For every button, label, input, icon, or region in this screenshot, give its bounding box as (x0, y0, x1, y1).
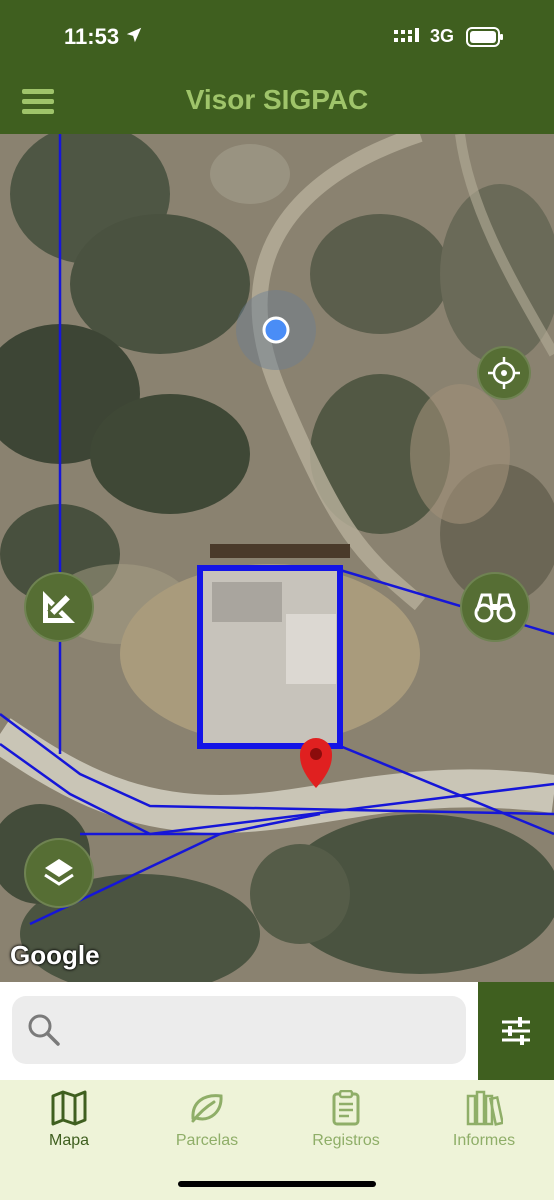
crosshair-locate-icon (488, 357, 520, 389)
layers-icon (44, 859, 74, 886)
page-title: Visor SIGPAC (185, 84, 369, 115)
location-arrow-icon (126, 27, 142, 43)
home-indicator (178, 1181, 376, 1187)
tab-label: Registros (312, 1132, 380, 1149)
search-input[interactable] (74, 1008, 454, 1052)
leaf-icon (191, 1094, 223, 1123)
status-time: 11:53 (64, 24, 120, 49)
user-location-dot (262, 316, 290, 344)
map-icon (51, 1090, 87, 1126)
binoculars-icon (474, 593, 516, 623)
filter-button[interactable] (478, 982, 554, 1080)
filter-sliders-icon (502, 1017, 530, 1045)
tab-label: Parcelas (175, 1132, 239, 1149)
google-attribution: Google (10, 940, 100, 970)
tab-mapa[interactable]: Mapa (0, 1090, 138, 1166)
tab-label: Mapa (48, 1132, 90, 1149)
battery-icon (466, 27, 503, 47)
app-header: Visor SIGPAC (0, 76, 554, 134)
draw-measure-icon (43, 591, 75, 623)
clipboard-icon (332, 1090, 360, 1126)
tab-label: Informes (452, 1132, 516, 1149)
signal-icon (394, 28, 419, 42)
network-type: 3G (430, 26, 455, 46)
tab-informes[interactable]: Informes (415, 1090, 553, 1166)
books-icon (466, 1090, 503, 1126)
search-row (0, 982, 554, 1080)
draw-measure-button[interactable] (24, 572, 94, 642)
locate-me-button[interactable] (477, 346, 531, 400)
tab-parcelas[interactable]: Parcelas (138, 1090, 276, 1166)
map-view[interactable]: Google (0, 134, 554, 982)
status-bar: 11:53 3G (0, 0, 554, 76)
search-box[interactable] (12, 996, 466, 1064)
search-icon (28, 1014, 60, 1046)
tab-registros[interactable]: Registros (277, 1090, 415, 1166)
layers-button[interactable] (24, 838, 94, 908)
binoculars-button[interactable] (460, 572, 530, 642)
